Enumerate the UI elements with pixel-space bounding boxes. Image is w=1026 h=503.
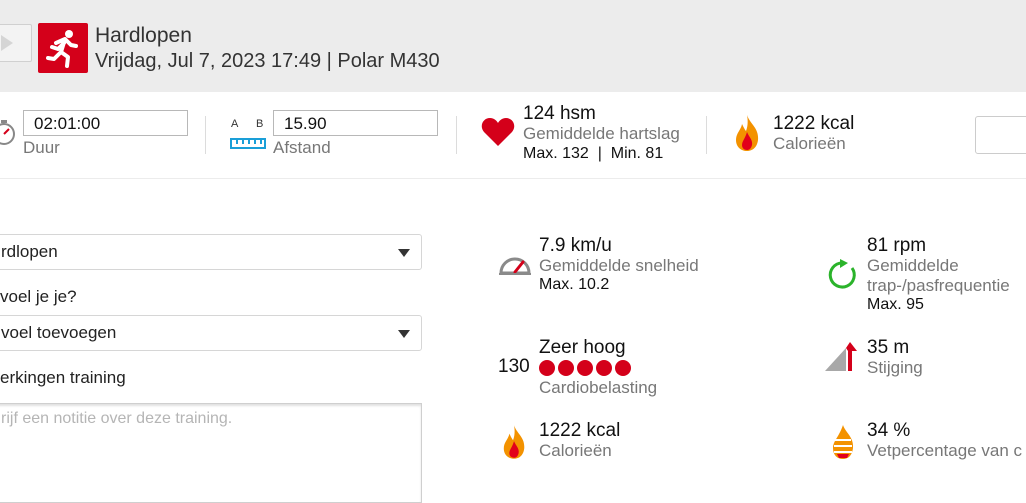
cardio-load-value: Zeer hoog	[539, 337, 626, 358]
metrics-calories-label: Calorieën	[539, 441, 612, 460]
cadence-max: Max. 95	[867, 296, 924, 313]
ascent-icon	[824, 342, 860, 377]
notes-label: erkingen training	[0, 368, 126, 387]
unit-a-label: A	[231, 118, 239, 130]
edit-button[interactable]	[975, 116, 1026, 154]
fat-percentage-value: 34 %	[867, 420, 911, 441]
metrics-calories-value: 1222 kcal	[539, 420, 621, 441]
notes-placeholder: rijf een notitie over deze training.	[1, 410, 233, 427]
play-icon	[1, 35, 13, 51]
heart-rate-minmax: Max. 132 | Min. 81	[523, 145, 664, 162]
speed-value: 7.9 km/u	[539, 235, 612, 256]
speedometer-icon	[498, 253, 532, 280]
duration-input[interactable]: 02:01:00	[23, 110, 188, 136]
load-dot	[558, 359, 574, 376]
session-subtitle: Vrijdag, Jul 7, 2023 17:49 | Polar M430	[95, 50, 440, 72]
ascent-value: 35 m	[867, 337, 910, 358]
duration-label: Duur	[23, 138, 60, 157]
distance-label: Afstand	[273, 138, 331, 157]
ascent-label: Stijging	[867, 358, 923, 377]
feeling-select[interactable]: voel toevoegen	[0, 315, 422, 351]
section-divider	[0, 178, 1026, 179]
cardio-load-dots	[539, 359, 634, 377]
flame-icon	[501, 423, 527, 466]
feeling-label: voel je je?	[0, 287, 77, 306]
cadence-label-line2: trap-/pasfrequentie	[867, 276, 1010, 295]
fat-percentage-label: Vetpercentage van c	[867, 441, 1023, 460]
stats-divider	[456, 116, 457, 154]
cardio-load-number: 130	[498, 356, 530, 377]
load-dot	[615, 359, 631, 376]
load-dot	[539, 359, 555, 376]
fat-burn-icon	[830, 424, 856, 465]
sport-select-value: rdlopen	[1, 242, 58, 261]
page-title: Hardlopen	[95, 24, 192, 47]
cadence-value: 81 rpm	[867, 235, 927, 256]
flame-icon	[733, 114, 761, 157]
load-dot	[596, 359, 612, 376]
stats-divider	[706, 116, 707, 154]
chevron-down-icon	[398, 249, 410, 257]
running-sport-icon	[38, 23, 88, 73]
load-dot	[577, 359, 593, 376]
distance-input[interactable]: 15.90	[273, 110, 438, 136]
notes-textarea[interactable]: rijf een notitie over deze training.	[0, 403, 422, 503]
calories-label: Calorieën	[773, 134, 846, 153]
speed-label: Gemiddelde snelheid	[539, 256, 699, 275]
heart-rate-value: 124 hsm	[523, 103, 596, 124]
heart-icon	[481, 116, 515, 153]
heart-rate-label: Gemiddelde hartslag	[523, 124, 680, 143]
stats-divider	[205, 116, 206, 154]
back-button[interactable]	[0, 24, 32, 62]
unit-b-label: B	[256, 118, 264, 130]
header-bar: Hardlopen Vrijdag, Jul 7, 2023 17:49 | P…	[0, 0, 1026, 92]
stopwatch-icon	[0, 116, 16, 153]
cadence-icon	[826, 259, 858, 296]
ruler-icon	[230, 136, 266, 155]
feeling-select-value: voel toevoegen	[1, 323, 117, 342]
chevron-down-icon	[398, 330, 410, 338]
sport-select[interactable]: rdlopen	[0, 234, 422, 270]
cardio-load-label: Cardiobelasting	[539, 378, 658, 397]
calories-value: 1222 kcal	[773, 113, 855, 134]
speed-max: Max. 10.2	[539, 276, 610, 293]
cadence-label-line1: Gemiddelde	[867, 256, 959, 275]
